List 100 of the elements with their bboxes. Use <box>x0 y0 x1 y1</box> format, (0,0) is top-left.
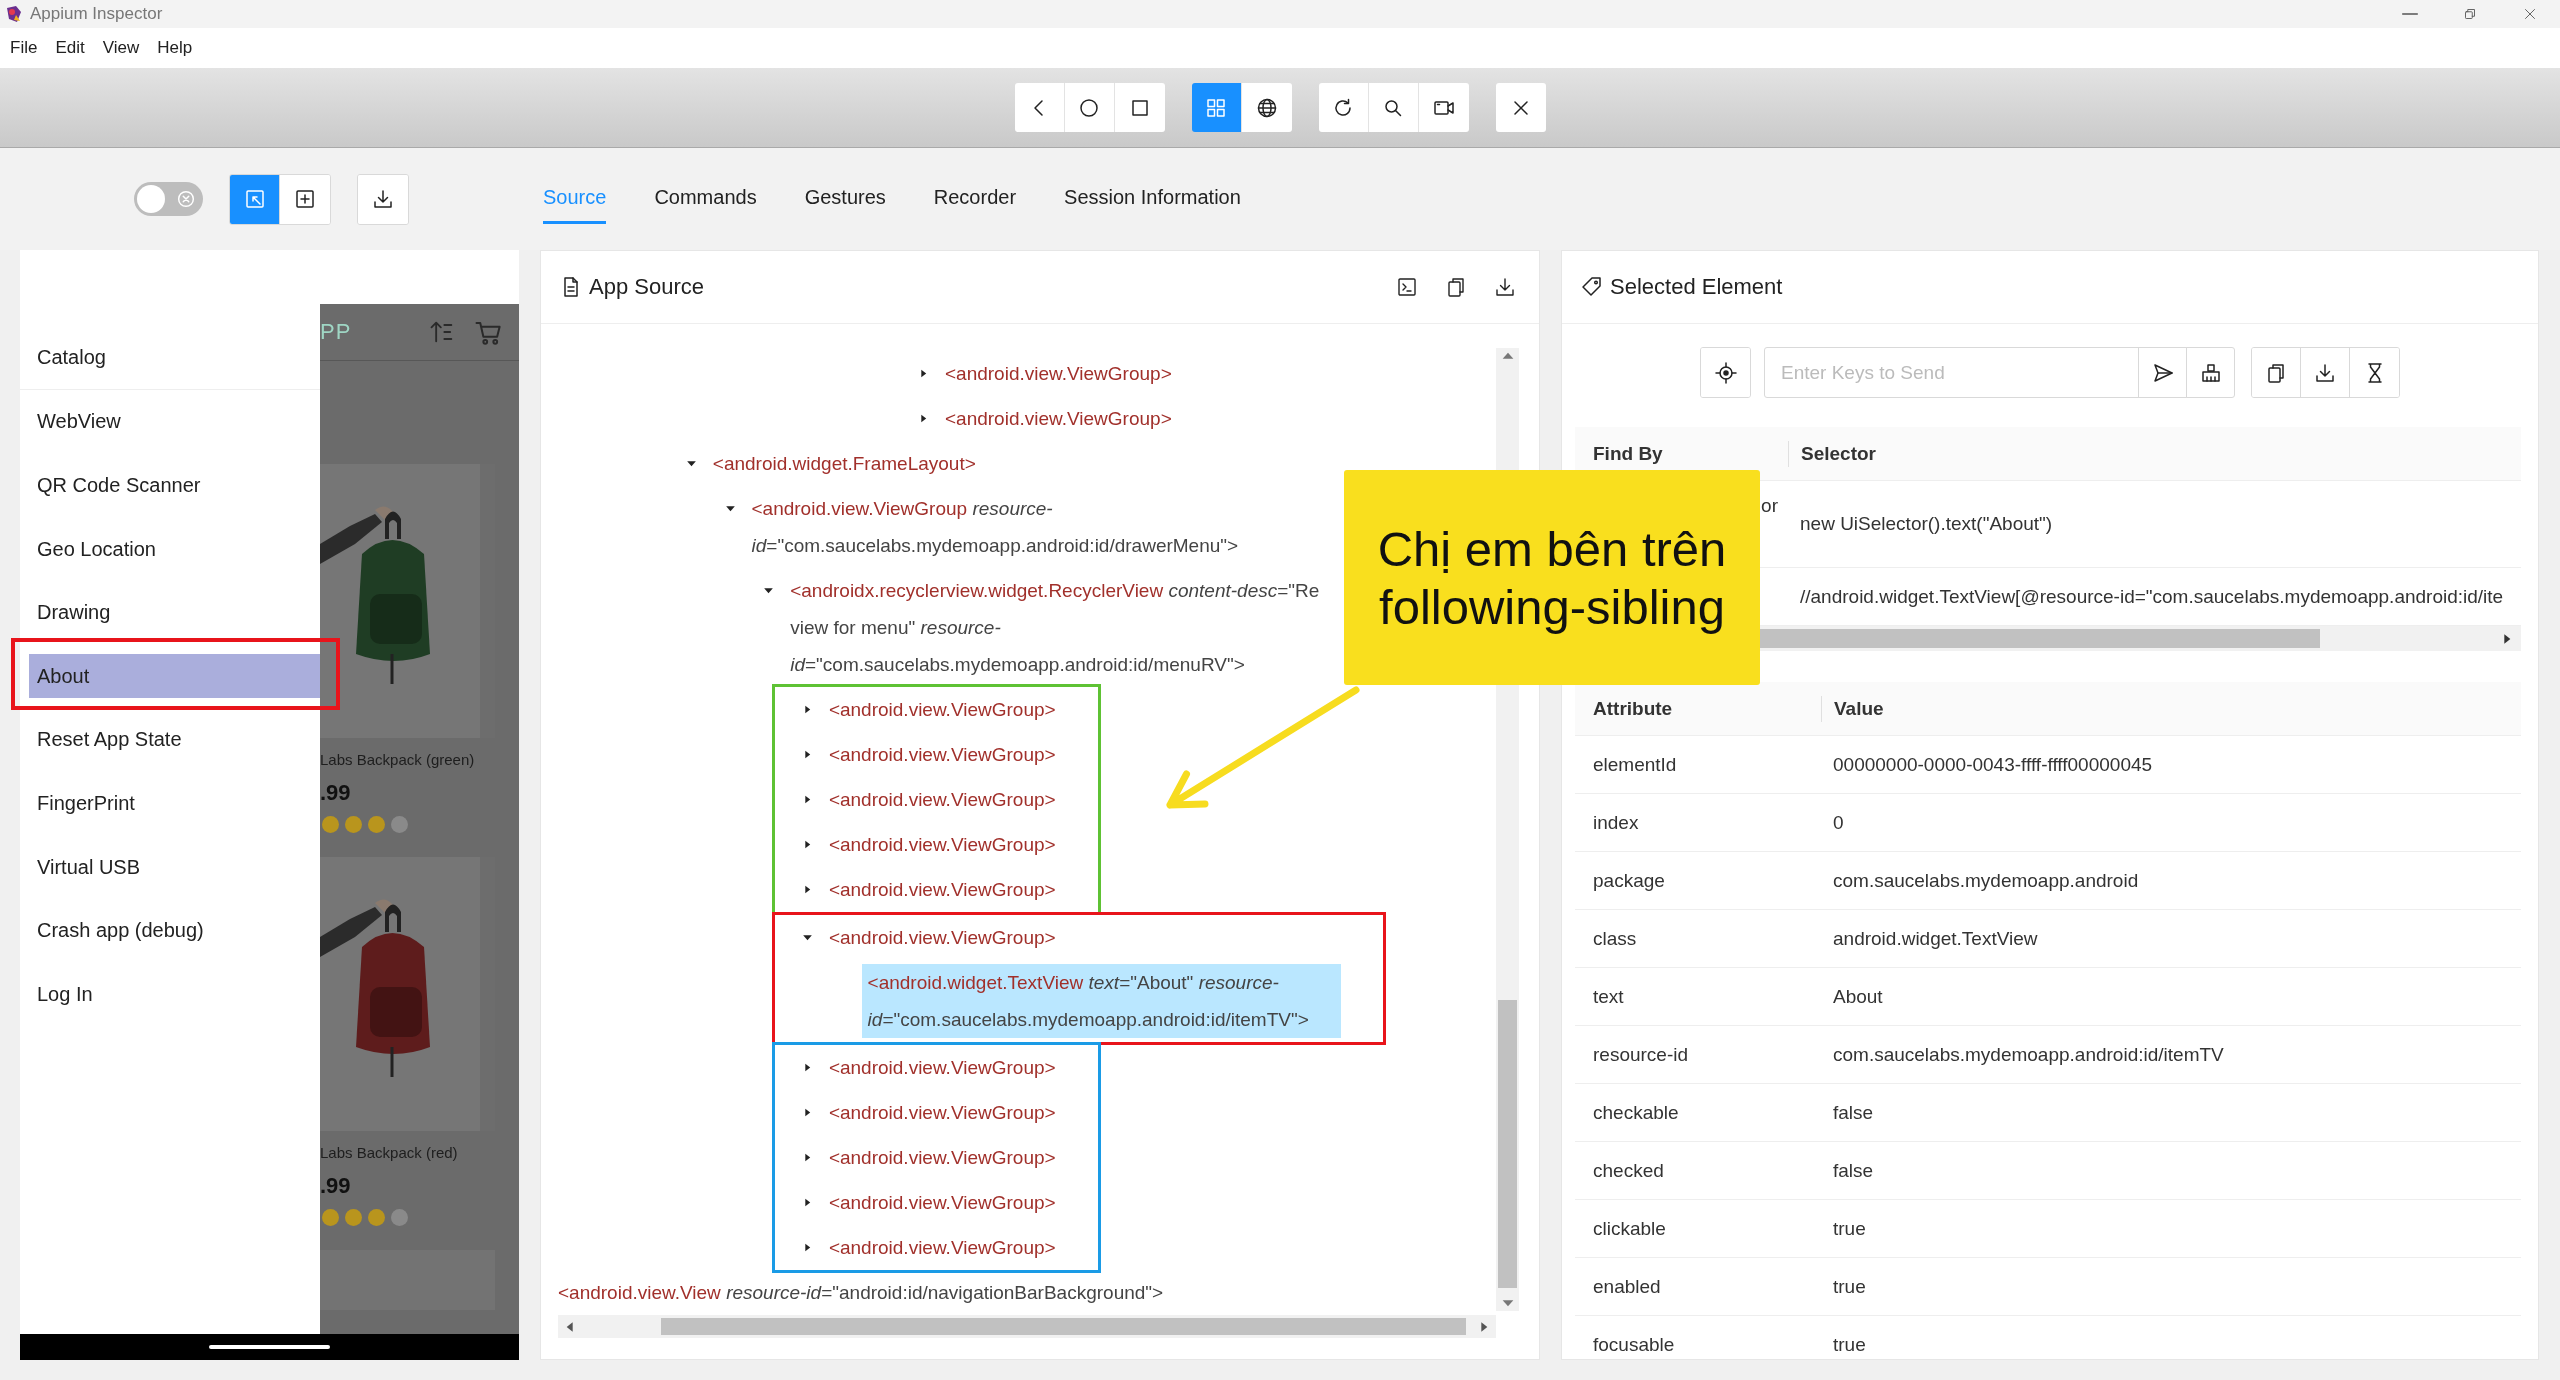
tree-node[interactable]: <android.widget.FrameLayout> <box>712 445 976 482</box>
drawer-item[interactable]: QR Code Scanner <box>29 463 320 507</box>
close-circle-icon <box>175 188 197 210</box>
table-cell-text: enabled <box>1592 1275 1662 1298</box>
minimize-icon <box>2402 13 2418 15</box>
tab[interactable]: Recorder <box>933 185 1017 224</box>
table-cell-text: false <box>1832 1159 1874 1182</box>
table-cell-text: com.saucelabs.mydemoapp.android <box>1832 869 2139 892</box>
table-cell-text: com.saucelabs.mydemoapp.android:id/itemTV <box>1832 1043 2224 1066</box>
drawer-item[interactable]: WebView <box>29 399 320 444</box>
table-cell-text: //android.widget.TextView[@resource-id="com.saucelabs.mydemoapp.android:id/ite <box>1799 585 2504 608</box>
tree-node[interactable]: <android.view.ViewGroup> <box>828 871 1056 908</box>
column-header: Value <box>1821 695 1884 722</box>
download-icon <box>1493 275 1517 299</box>
table-cell-text: class <box>1592 927 1638 950</box>
table-cell-text: or <box>1760 495 1779 517</box>
scrollbar-thumb[interactable] <box>661 1318 1466 1335</box>
drawer-item[interactable]: Geo Location <box>29 526 320 571</box>
tree-node[interactable]: <android.view.ViewGroup> <box>828 1229 1056 1266</box>
table-cell-text: checkable <box>1592 1101 1680 1124</box>
toggle-switch[interactable] <box>134 182 203 216</box>
tab[interactable]: Commands <box>654 185 757 224</box>
product-price: .99 <box>320 1173 352 1199</box>
search-button[interactable] <box>1368 83 1419 132</box>
table-cell-text: resource-id <box>1592 1043 1690 1066</box>
callout-text: Chị em bên trên following-sibling <box>1377 520 1727 636</box>
menu-item[interactable]: Help <box>157 38 193 58</box>
table-cell-text: true <box>1832 1275 1866 1298</box>
tree-node[interactable]: <android.view.ViewGroup> <box>828 781 1056 818</box>
tree-node[interactable]: <android.view.ViewGroup> <box>828 1049 1056 1086</box>
table-cell-text: checked <box>1592 1159 1665 1182</box>
table-cell-text: android.widget.TextView <box>1832 927 2038 950</box>
menu-item[interactable]: View <box>102 38 140 58</box>
table-cell-text: true <box>1832 1333 1866 1356</box>
crosshair-icon <box>1713 360 1738 385</box>
terminal-icon <box>1395 275 1419 299</box>
drawer-item[interactable]: Log In <box>29 971 320 1016</box>
drawer-item[interactable]: Reset App State <box>29 717 320 762</box>
menu-item[interactable]: File <box>10 38 38 58</box>
home-button[interactable] <box>1064 83 1115 132</box>
menu-item[interactable]: Edit <box>55 38 85 58</box>
tap-button[interactable] <box>1701 348 1750 397</box>
web-mode-button[interactable] <box>1241 83 1292 132</box>
download-button[interactable] <box>358 174 408 224</box>
product-price: .99 <box>320 780 352 806</box>
product-name: Labs Backpack (red) <box>320 1144 459 1161</box>
tree-node[interactable]: <android.view.ViewGroup> <box>828 691 1056 728</box>
record-button[interactable] <box>1418 83 1469 132</box>
table-cell-text: package <box>1592 869 1666 892</box>
table-cell-text: clickable <box>1592 1217 1667 1240</box>
table-cell-text: elementId <box>1592 753 1678 776</box>
plus-box-icon <box>293 187 317 211</box>
column-header: Selector <box>1788 440 1876 467</box>
tab[interactable]: Session Information <box>1064 185 1241 224</box>
app-logo-icon <box>4 4 24 24</box>
column-header: Find By <box>1592 442 1664 465</box>
table-cell-text: false <box>1832 1101 1874 1124</box>
scrollbar-thumb[interactable] <box>1498 1000 1517 1288</box>
toggle-attributes-button[interactable] <box>1395 275 1419 299</box>
table-cell-text: new UiSelector().text("About") <box>1799 513 2053 535</box>
recents-button[interactable] <box>1114 83 1165 132</box>
table-cell-text: focusable <box>1592 1333 1676 1356</box>
download-button[interactable] <box>1493 275 1517 299</box>
table-cell-text: 0 <box>1832 811 1844 834</box>
tree-node[interactable]: <android.widget.TextView text="About" resource- id="com.saucelabs.mydemoapp.android:id/itemTV"> <box>861 964 1341 1038</box>
quit-button[interactable] <box>1495 83 1546 132</box>
send-keys-button[interactable] <box>2138 347 2187 398</box>
table-cell-text: text <box>1592 985 1625 1008</box>
tab[interactable]: Gestures <box>804 185 886 224</box>
tree-node[interactable]: <android.view.ViewGroup> <box>828 826 1056 863</box>
tag-icon <box>1580 275 1604 299</box>
tree-node[interactable]: <android.view.ViewGroup> <box>945 400 1172 437</box>
drawer-item[interactable]: About <box>29 653 320 698</box>
copy-button[interactable] <box>2252 348 2301 397</box>
window-title: Appium Inspector <box>30 4 164 24</box>
drawer-item[interactable]: Catalog <box>29 335 320 380</box>
clear-button[interactable] <box>2186 347 2235 398</box>
tree-node[interactable]: <android.view.ViewGroup> <box>828 1184 1056 1221</box>
tree-node[interactable]: <android.view.ViewGroup> <box>828 1094 1056 1131</box>
app-title: PP <box>320 319 352 345</box>
drawer-item[interactable]: FingerPrint <box>29 780 320 825</box>
tree-node[interactable]: <android.view.ViewGroup> <box>828 1139 1056 1176</box>
scrollbar[interactable] <box>558 1315 1496 1338</box>
tree-node[interactable]: <android.view.ViewGroup> <box>945 355 1172 392</box>
refresh-button[interactable] <box>1318 83 1369 132</box>
table-cell-text: true <box>1832 1217 1866 1240</box>
panel-title: Selected Element <box>1610 274 1784 300</box>
keys-field[interactable]: Enter Keys to Send <box>1764 347 2139 398</box>
download-icon <box>371 187 395 211</box>
drawer-item[interactable]: Virtual USB <box>29 844 320 889</box>
drawer-item[interactable]: Drawing <box>29 590 320 635</box>
column-header: Attribute <box>1592 697 1674 720</box>
tree-node[interactable]: <androidx.recyclerview.widget.RecyclerView content-desc="Re view for menu" resource- id="com.saucelabs.mydemoapp.android:id/menuRV"> <box>790 572 1320 683</box>
table-cell-text: index <box>1592 811 1640 834</box>
tree-node[interactable]: <android.view.View resource-id="android:id/navigationBarBackground"> <box>558 1274 1164 1311</box>
panel-title: App Source <box>589 274 705 300</box>
drawer-item[interactable]: Crash app (debug) <box>29 908 320 953</box>
tree-node[interactable]: <android.view.ViewGroup> <box>828 919 1056 956</box>
table-cell-text: About <box>1832 985 1883 1008</box>
tree-node[interactable]: <android.view.ViewGroup> <box>828 736 1056 773</box>
